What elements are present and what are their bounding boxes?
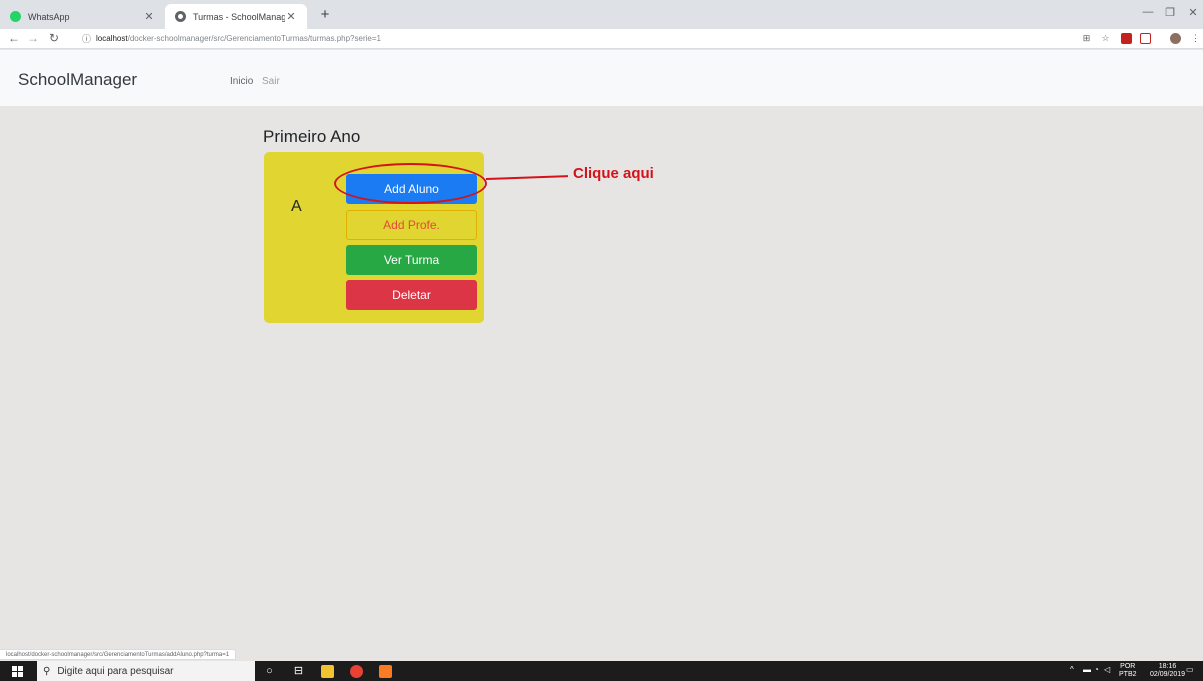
add-teacher-button[interactable]: Add Profe. xyxy=(346,210,477,240)
battery-icon[interactable]: ▬ xyxy=(1083,665,1091,674)
tab-turmas[interactable]: Turmas - SchoolManager ✕ xyxy=(165,4,307,29)
reload-icon[interactable]: ↻ xyxy=(46,30,62,46)
windows-taskbar: ⚲ Digite aqui para pesquisar ○ ⊟ ^ ▬ ◔ ◁… xyxy=(0,661,1203,681)
tab-title: WhatsApp xyxy=(28,11,70,22)
language-indicator[interactable]: POR PTB2 xyxy=(1119,663,1137,679)
cortana-icon[interactable]: ○ xyxy=(263,665,276,678)
notifications-icon[interactable]: ▭ xyxy=(1186,665,1194,674)
delete-class-button[interactable]: Deletar xyxy=(346,280,477,310)
view-class-button[interactable]: Ver Turma xyxy=(346,245,477,275)
clock-time: 18:16 xyxy=(1158,663,1177,670)
address-bar[interactable]: ⓘ localhost/docker-schoolmanager/src/Ger… xyxy=(82,31,1032,46)
page-title: Primeiro Ano xyxy=(263,127,361,146)
chrome-icon[interactable] xyxy=(350,665,363,678)
class-name: A xyxy=(291,198,302,215)
menu-dots-icon[interactable]: ⋮ xyxy=(1190,33,1201,44)
taskbar-search-input[interactable]: ⚲ Digite aqui para pesquisar xyxy=(37,661,255,681)
info-icon[interactable]: ⓘ xyxy=(82,32,91,45)
whatsapp-icon xyxy=(10,11,21,22)
restore-icon[interactable]: ❐ xyxy=(1163,6,1177,19)
brand-logo[interactable]: SchoolManager xyxy=(18,70,137,90)
globe-icon xyxy=(175,11,186,22)
search-icon: ⚲ xyxy=(43,665,51,677)
close-icon[interactable]: ✕ xyxy=(143,10,155,23)
avatar[interactable] xyxy=(1170,33,1181,44)
back-arrow-icon[interactable]: ← xyxy=(6,30,22,46)
pocket-extension-icon[interactable] xyxy=(1140,33,1151,44)
annotation-arrow-line xyxy=(485,175,568,180)
close-icon[interactable]: ✕ xyxy=(285,10,297,23)
status-link-preview: localhost/docker-schoolmanager/src/Geren… xyxy=(0,649,237,660)
translate-icon[interactable]: ⊞ xyxy=(1081,33,1092,44)
xampp-icon[interactable] xyxy=(379,665,392,678)
chevron-up-icon[interactable]: ^ xyxy=(1070,665,1074,674)
volume-icon[interactable]: ◁ xyxy=(1104,665,1110,674)
language-code: POR xyxy=(1120,663,1136,670)
nav-link-inicio[interactable]: Inicio xyxy=(230,76,253,87)
annotation-circle xyxy=(334,163,487,204)
url-host: localhost xyxy=(96,34,128,43)
star-icon[interactable]: ☆ xyxy=(1100,33,1111,44)
minimize-icon[interactable]: — xyxy=(1141,6,1155,18)
nav-link-sair[interactable]: Sair xyxy=(262,76,280,87)
wifi-icon[interactable]: ◔ xyxy=(1094,665,1099,674)
tab-whatsapp[interactable]: WhatsApp ✕ xyxy=(0,4,165,29)
close-window-icon[interactable]: ✕ xyxy=(1186,6,1200,19)
system-clock[interactable]: 18:16 02/09/2019 xyxy=(1150,663,1185,679)
tab-title: Turmas - SchoolManager xyxy=(193,11,285,22)
file-explorer-icon[interactable] xyxy=(321,665,334,678)
annotation-text: Clique aqui xyxy=(573,165,654,182)
keyboard-layout: PTB2 xyxy=(1119,671,1137,678)
task-view-icon[interactable]: ⊟ xyxy=(292,665,305,678)
pdf-extension-icon[interactable] xyxy=(1121,33,1132,44)
search-placeholder: Digite aqui para pesquisar xyxy=(57,665,174,677)
clock-date: 02/09/2019 xyxy=(1150,671,1186,678)
browser-tab-bar: WhatsApp ✕ Turmas - SchoolManager ✕ + — … xyxy=(0,0,1203,29)
new-tab-button[interactable]: + xyxy=(316,6,334,24)
browser-toolbar: ← → ↻ ⓘ localhost/docker-schoolmanager/s… xyxy=(0,29,1203,49)
forward-arrow-icon[interactable]: → xyxy=(25,30,41,46)
site-navbar: SchoolManager Inicio Sair xyxy=(0,50,1203,106)
url-path: /docker-schoolmanager/src/GerenciamentoT… xyxy=(127,34,381,43)
windows-start-icon[interactable] xyxy=(12,666,23,677)
